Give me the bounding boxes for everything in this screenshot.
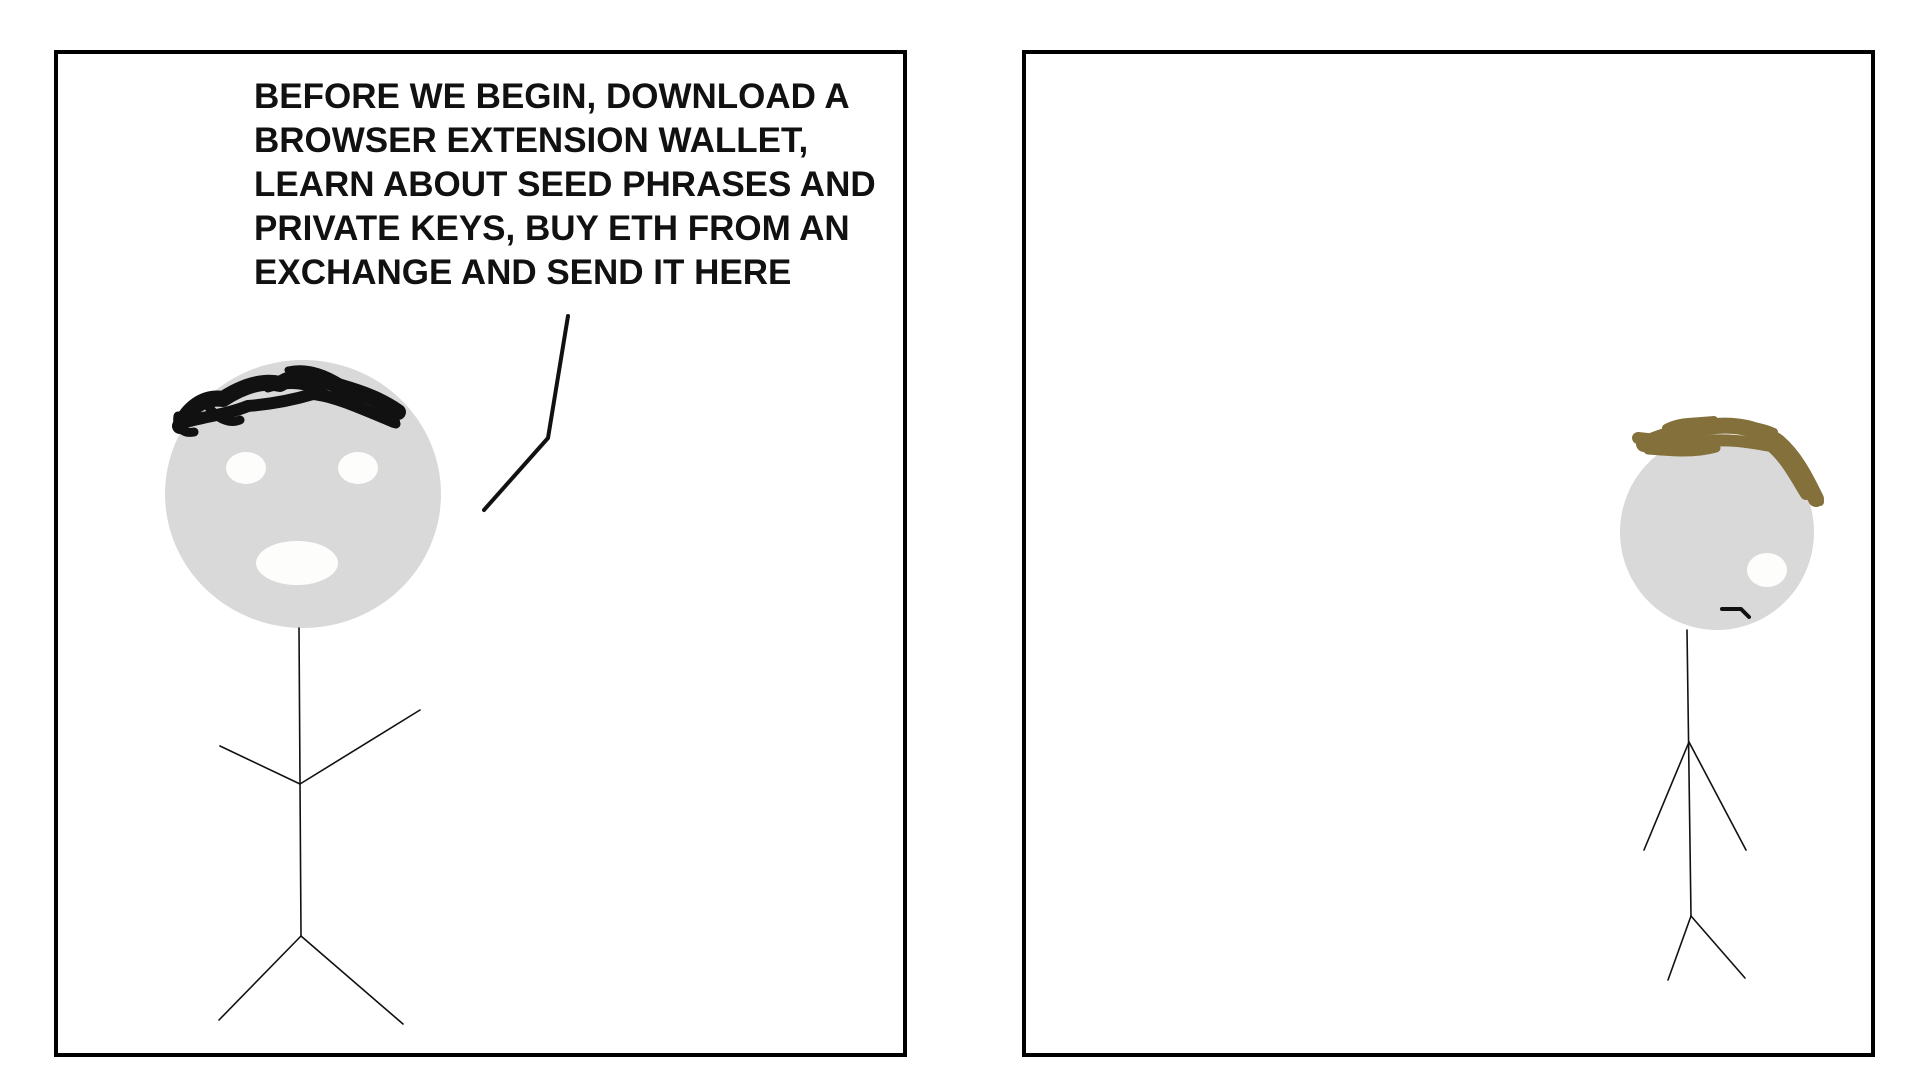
speaker-mouth [256,541,338,585]
listener-eye [1747,553,1787,587]
speech-tail [482,314,570,512]
speaker-drawing [165,314,570,1025]
comic-panel-right [1022,50,1875,1057]
speaker-eye-left [226,452,266,484]
listener-body [1643,629,1747,981]
speaker-body [218,627,421,1025]
listener-drawing [1620,416,1824,981]
comic-panel-left: BEFORE WE BEGIN, DOWNLOAD A BROWSER EXTE… [54,50,907,1057]
speaker-eye-right [338,452,378,484]
